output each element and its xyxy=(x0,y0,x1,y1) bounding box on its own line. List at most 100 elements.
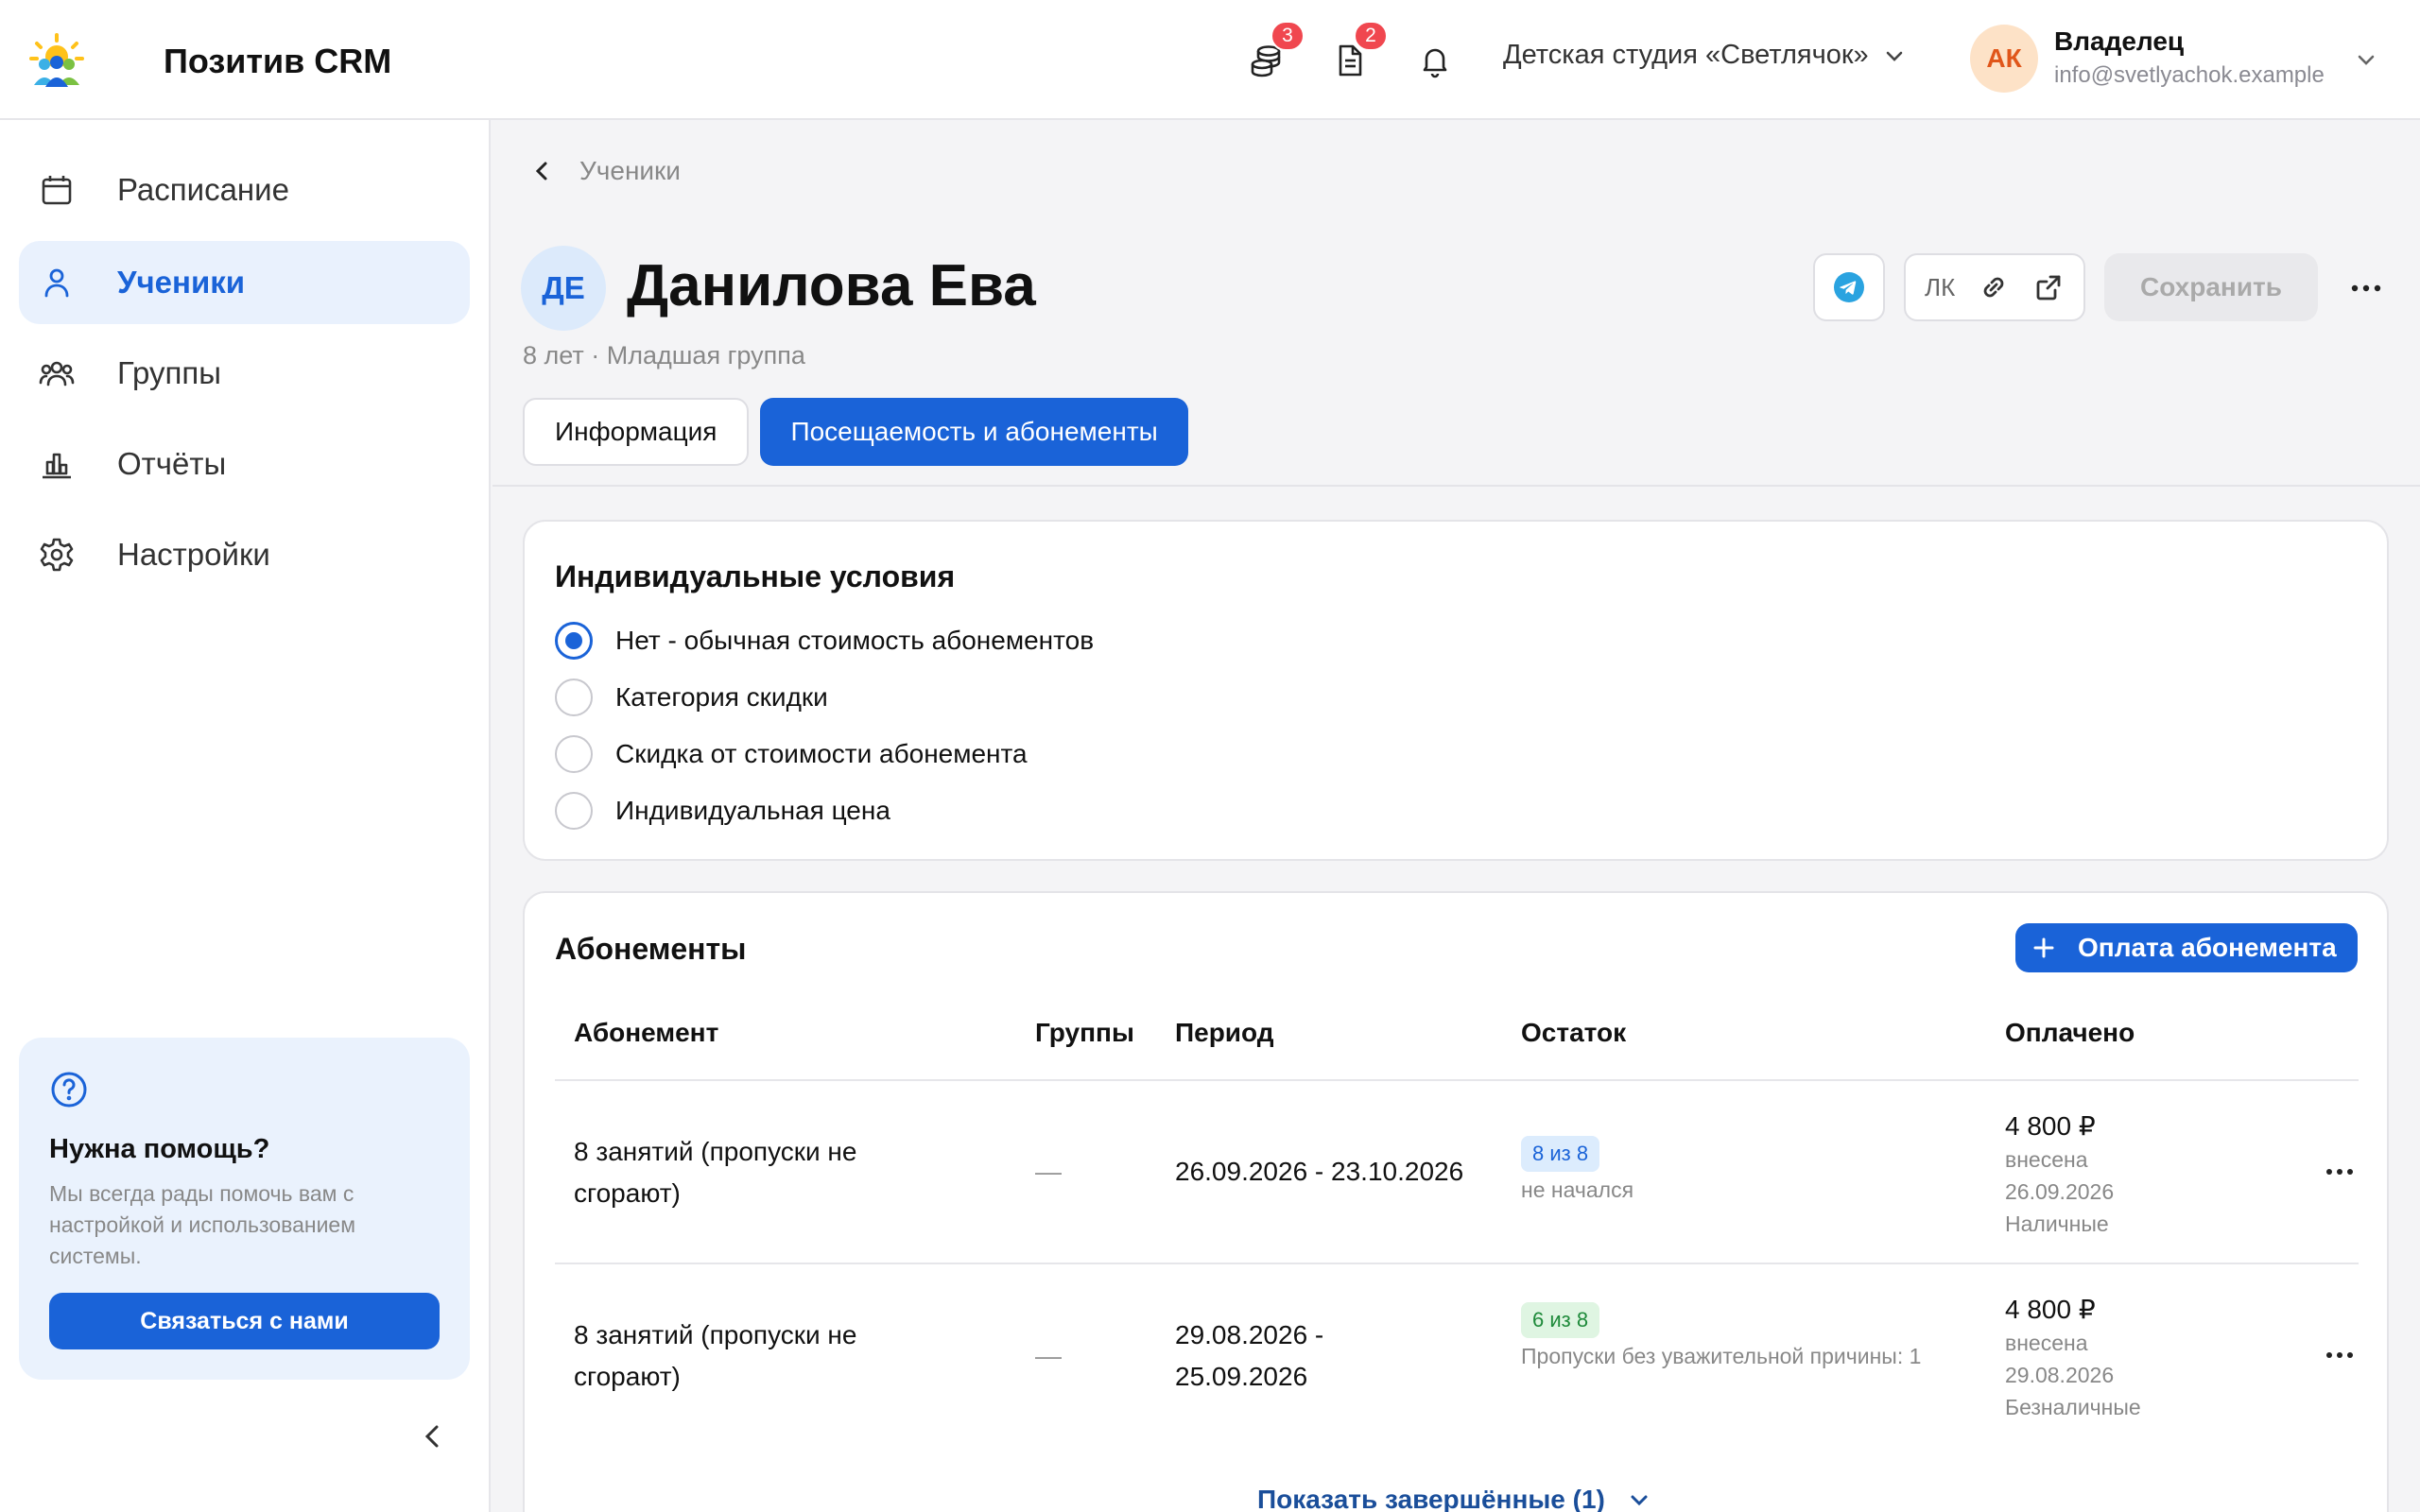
save-button[interactable]: Сохранить xyxy=(2104,253,2318,321)
paid-cell: 4 800 ₽ внесена 29.08.2026 Безналичные xyxy=(2005,1293,2141,1423)
breadcrumb-label: Ученики xyxy=(579,156,681,185)
show-completed-toggle[interactable]: Показать завершённые (1) xyxy=(1257,1485,1652,1512)
radio-label: Категория скидки xyxy=(615,682,828,712)
row-actions-button[interactable] xyxy=(2321,1336,2359,1374)
help-text: Мы всегда рады помочь вам с настройкой и… xyxy=(49,1181,356,1268)
app-logo[interactable]: Позитив CRM xyxy=(28,32,391,89)
table-row: 8 занятий (пропуски не сгорают) — 26.09.… xyxy=(555,1081,2359,1264)
column-header-paid: Оплачено xyxy=(2005,1018,2135,1047)
paid-cell: 4 800 ₽ внесена 26.09.2026 Наличные xyxy=(2005,1109,2114,1240)
user-menu[interactable]: АК Владелец info@svetlyachok.example xyxy=(1970,25,2386,96)
telegram-icon xyxy=(1834,272,1864,302)
more-horizontal-icon xyxy=(2326,1169,2353,1175)
top-bar: Позитив CRM 3 2 Детская студия «Светлячо… xyxy=(0,0,2420,120)
payments-badge: 3 xyxy=(1270,21,1305,51)
calendar-icon xyxy=(38,171,76,209)
sidebar-item-label: Настройки xyxy=(117,537,270,572)
radio-option-individual-price[interactable]: Индивидуальная цена xyxy=(555,792,890,830)
student-header: Ученики ДЕ Данилова Ева 8 лет · Младшая … xyxy=(493,122,2420,487)
more-horizontal-icon xyxy=(2351,284,2381,292)
table-row: 8 занятий (пропуски не сгорают) — 29.08.… xyxy=(555,1264,2359,1453)
column-header-remaining: Остаток xyxy=(1521,1018,1627,1047)
paid-label: внесена xyxy=(2005,1147,2088,1172)
help-card: Нужна помощь? Мы всегда рады помочь вам … xyxy=(19,1038,470,1380)
user-name: Владелец xyxy=(2054,26,2185,56)
subscriptions-card: Абонементы Оплата абонемента Абонемент Г… xyxy=(523,891,2389,1512)
paid-date: 26.09.2026 xyxy=(2005,1179,2115,1204)
column-header-subscription: Абонемент xyxy=(574,1018,719,1047)
subscription-name: 8 занятий (пропуски не сгорают) xyxy=(574,1137,857,1208)
payments-button[interactable]: 3 xyxy=(1248,21,1305,79)
telegram-button[interactable] xyxy=(1813,253,1885,321)
radio-button[interactable] xyxy=(555,679,593,716)
breadcrumb[interactable]: Ученики xyxy=(530,156,681,186)
users-icon xyxy=(38,354,76,392)
sidebar-item-reports[interactable]: Отчёты xyxy=(19,422,470,506)
sidebar-item-students[interactable]: Ученики xyxy=(19,241,470,324)
external-link-icon[interactable] xyxy=(2032,271,2065,303)
sidebar-item-schedule[interactable]: Расписание xyxy=(19,148,470,232)
radio-option-discount-category[interactable]: Категория скидки xyxy=(555,679,828,716)
column-header-groups: Группы xyxy=(1035,1018,1134,1047)
payment-method: Безналичные xyxy=(2005,1395,2141,1419)
radio-label: Индивидуальная цена xyxy=(615,796,890,825)
radio-option-regular-price[interactable]: Нет - обычная стоимость абонементов xyxy=(555,622,1094,660)
sidebar-item-settings[interactable]: Настройки xyxy=(19,513,470,596)
paid-label: внесена xyxy=(2005,1331,2088,1355)
payment-method: Наличные xyxy=(2005,1211,2109,1236)
radio-button[interactable] xyxy=(555,735,593,773)
help-icon xyxy=(51,1072,87,1108)
tab-information[interactable]: Информация xyxy=(523,398,750,466)
tabs: Информация Посещаемость и абонементы xyxy=(523,398,1188,466)
notifications-button[interactable] xyxy=(1416,42,1454,79)
pay-subscription-label: Оплата абонемента xyxy=(2078,933,2337,962)
paid-date: 29.08.2026 xyxy=(2005,1363,2115,1387)
tab-attendance-subscriptions[interactable]: Посещаемость и абонементы xyxy=(760,398,1188,466)
chevron-left-icon xyxy=(424,1425,439,1448)
chevron-down-icon xyxy=(1631,1495,1648,1506)
remaining-cell: 6 из 8 Пропуски без уважительной причины… xyxy=(1521,1302,1975,1372)
row-actions-button[interactable] xyxy=(2321,1153,2359,1191)
paid-amount: 4 800 ₽ xyxy=(2005,1295,2096,1324)
documents-button[interactable]: 2 xyxy=(1331,21,1388,79)
radio-option-discount-from-price[interactable]: Скидка от стоимости абонемента xyxy=(555,735,1028,773)
link-icon[interactable] xyxy=(1978,271,2010,303)
show-completed-label: Показать завершённые (1) xyxy=(1257,1485,1605,1512)
period-value: 29.08.2026 - 25.09.2026 xyxy=(1175,1320,1324,1391)
page-title: Данилова Ева xyxy=(627,253,1036,318)
collapse-sidebar-button[interactable] xyxy=(416,1419,450,1453)
personal-account-group: ЛК xyxy=(1904,253,2085,321)
radio-button-checked[interactable] xyxy=(555,622,593,660)
card-title: Абонементы xyxy=(555,932,747,966)
more-horizontal-icon xyxy=(2326,1352,2353,1358)
personal-account-label: ЛК xyxy=(1925,272,1956,301)
organization-name: Детская студия «Светлячок» xyxy=(1503,40,1869,70)
paid-amount: 4 800 ₽ xyxy=(2005,1111,2096,1141)
student-meta: 8 лет · Младшая группа xyxy=(523,341,805,369)
gear-icon xyxy=(38,536,76,574)
contact-us-button[interactable]: Связаться с нами xyxy=(49,1293,440,1349)
pay-subscription-button[interactable]: Оплата абонемента xyxy=(2015,923,2358,972)
sidebar-item-label: Расписание xyxy=(117,172,289,207)
sidebar-item-label: Ученики xyxy=(117,265,246,300)
chevron-down-icon xyxy=(1886,51,1902,61)
organization-select[interactable]: Детская студия «Светлячок» xyxy=(1503,40,1907,71)
user-icon xyxy=(38,264,76,301)
user-email: info@svetlyachok.example xyxy=(2054,62,2325,88)
column-header-period: Период xyxy=(1175,1018,1274,1047)
logo-icon xyxy=(29,33,84,87)
more-actions-button[interactable] xyxy=(2345,267,2387,309)
help-title: Нужна помощь? xyxy=(49,1134,270,1164)
sidebar-item-groups[interactable]: Группы xyxy=(19,332,470,415)
groups-value: — xyxy=(1035,1157,1062,1186)
subscription-name: 8 занятий (пропуски не сгорают) xyxy=(574,1320,857,1391)
remaining-cell: 8 из 8 не начался xyxy=(1521,1136,1634,1206)
sidebar: Расписание Ученики Группы Отчёты Настрой… xyxy=(0,120,491,1512)
subscription-status: Пропуски без уважительной причины: 1 xyxy=(1521,1344,1922,1368)
remaining-badge: 8 из 8 xyxy=(1521,1136,1600,1172)
radio-label: Скидка от стоимости абонемента xyxy=(615,739,1028,768)
bell-icon xyxy=(1423,48,1447,78)
card-title: Индивидуальные условия xyxy=(555,559,956,593)
radio-button[interactable] xyxy=(555,792,593,830)
chart-icon xyxy=(38,445,76,483)
